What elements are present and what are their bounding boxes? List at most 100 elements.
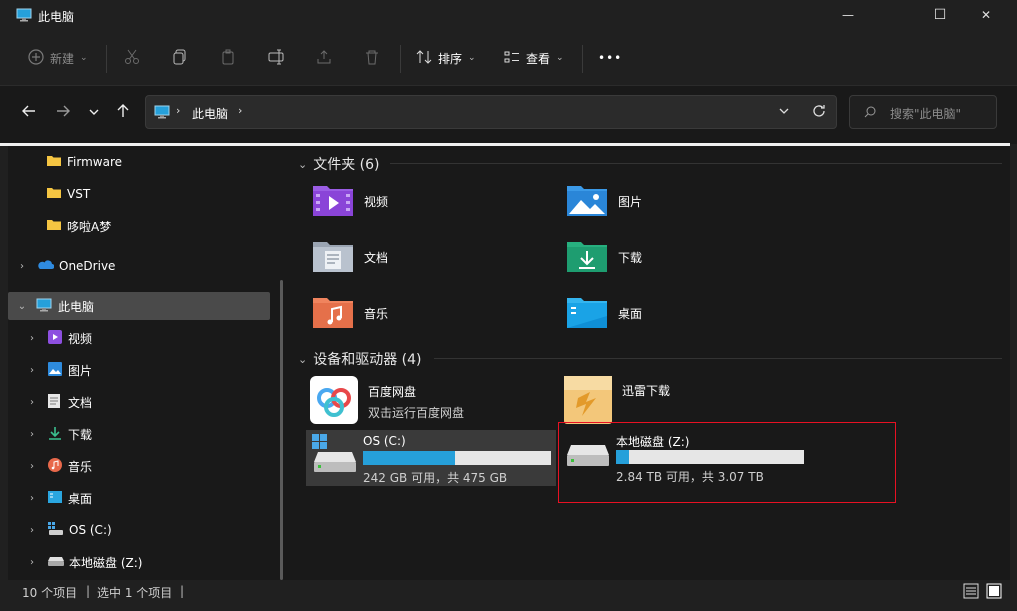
folder-tile-videos[interactable]: 视频	[312, 182, 388, 221]
video-icon	[48, 329, 62, 347]
refresh-button[interactable]	[812, 104, 826, 121]
chevron-right-icon[interactable]: ›	[24, 461, 40, 472]
sidebar-item-label: 图片	[68, 363, 93, 378]
rename-button[interactable]	[268, 42, 286, 74]
folder-tile-label: 桌面	[618, 307, 643, 321]
drive-info: 242 GB 可用，共 475 GB	[363, 471, 508, 485]
title-bar: 此电脑 — ☐ ✕	[0, 0, 1017, 32]
sidebar-item-videos[interactable]: › 视频	[8, 324, 270, 352]
toolbar-separator	[106, 45, 107, 73]
sidebar-item-downloads[interactable]: › 下载	[8, 420, 270, 448]
sort-button[interactable]: 排序 ⌄	[416, 42, 476, 74]
folders-section-header[interactable]: ⌄ 文件夹 (6)	[298, 154, 380, 174]
view-list-icon	[504, 49, 520, 68]
search-icon	[864, 106, 876, 121]
computer-icon	[154, 105, 170, 122]
folder-icon	[46, 186, 62, 202]
details-view-button[interactable]	[963, 583, 979, 602]
drive-tile-os-c[interactable]: OS (C:) 242 GB 可用，共 475 GB	[306, 430, 556, 486]
sidebar-scrollbar[interactable]	[280, 280, 283, 580]
sidebar-item-doraemon[interactable]: 哆啦A梦	[8, 212, 270, 240]
folder-tile-label: 视频	[364, 195, 389, 209]
sidebar-item-os-drive[interactable]: › OS (C:)	[8, 516, 270, 544]
paste-button[interactable]	[220, 42, 236, 74]
address-bar[interactable]: › 此电脑 ›	[145, 95, 837, 129]
delete-button[interactable]	[364, 42, 380, 74]
up-button[interactable]	[111, 100, 135, 124]
sidebar-item-label: OneDrive	[59, 259, 116, 273]
app-tile-baidu-netdisk[interactable]: 百度网盘 双击运行百度网盘	[310, 376, 464, 427]
maximize-button[interactable]: ☐	[917, 0, 963, 30]
sidebar-item-label: 哆啦A梦	[67, 219, 112, 234]
download-icon	[48, 426, 62, 443]
sidebar-item-music[interactable]: › 音乐	[8, 452, 270, 480]
sidebar-item-desktop[interactable]: › 桌面	[8, 484, 270, 512]
sidebar-item-local-disk-z[interactable]: › 本地磁盘 (Z:)	[8, 548, 270, 576]
chevron-right-icon[interactable]: ›	[24, 397, 40, 408]
recent-locations-button[interactable]	[82, 100, 106, 124]
drive-tile-local-disk-z[interactable]: 本地磁盘 (Z:) 2.84 TB 可用，共 3.07 TB	[558, 422, 896, 503]
os-drive-icon	[48, 521, 64, 539]
sidebar-item-documents[interactable]: › 文档	[8, 388, 270, 416]
sidebar-item-onedrive[interactable]: › OneDrive	[8, 252, 270, 280]
folder-tile-downloads[interactable]: 下载	[566, 238, 642, 277]
documents-folder-icon	[312, 238, 354, 277]
close-button[interactable]: ✕	[963, 0, 1009, 30]
folder-tile-pictures[interactable]: 图片	[566, 182, 642, 221]
chevron-right-icon[interactable]: ›	[24, 557, 40, 568]
breadcrumb-root[interactable]: 此电脑	[192, 105, 228, 122]
sidebar-item-firmware[interactable]: Firmware	[8, 148, 270, 176]
breadcrumb-chevron-icon[interactable]: ›	[238, 104, 242, 117]
sidebar-item-vst[interactable]: VST	[8, 180, 270, 208]
minimize-button[interactable]: —	[825, 0, 871, 30]
sidebar-item-this-pc[interactable]: ⌄ 此电脑	[8, 292, 270, 320]
content-pane: ⌄ 文件夹 (6) 视频 图片 文档 下载 音乐 桌面 ⌄ 设备和驱动器 (4)…	[290, 146, 1010, 580]
chevron-right-icon[interactable]: ›	[24, 429, 40, 440]
sidebar-item-label: 本地磁盘 (Z:)	[69, 555, 143, 570]
chevron-right-icon[interactable]: ›	[24, 365, 40, 376]
drive-icon	[48, 555, 64, 569]
share-button[interactable]	[316, 42, 332, 74]
toolbar-separator	[582, 45, 583, 73]
folder-icon	[46, 154, 62, 170]
downloads-folder-icon	[566, 238, 608, 277]
navigation-pane: Firmware VST 哆啦A梦 › OneDrive ⌄ 此电脑 › 视频 …	[8, 146, 290, 580]
sidebar-item-label: 音乐	[68, 459, 93, 474]
copy-button[interactable]	[172, 42, 188, 74]
folder-tile-documents[interactable]: 文档	[312, 238, 388, 277]
chevron-down-icon[interactable]: ⌄	[14, 301, 30, 312]
devices-section-header[interactable]: ⌄ 设备和驱动器 (4)	[298, 349, 422, 369]
chevron-right-icon[interactable]: ›	[24, 525, 40, 536]
sidebar-item-label: VST	[67, 187, 91, 201]
clipboard-icon	[220, 49, 236, 68]
item-count: 10 个项目	[22, 586, 78, 600]
address-dropdown-button[interactable]	[778, 105, 790, 120]
folder-tile-music[interactable]: 音乐	[312, 294, 388, 333]
cut-button[interactable]	[124, 42, 140, 74]
chevron-down-icon: ⌄	[298, 157, 308, 171]
sidebar-item-label: 视频	[68, 331, 93, 346]
search-box[interactable]: 搜索"此电脑"	[849, 95, 997, 129]
folder-tile-desktop[interactable]: 桌面	[566, 294, 642, 333]
forward-button[interactable]	[51, 100, 75, 124]
arrow-right-icon	[56, 103, 70, 122]
chevron-right-icon[interactable]: ›	[24, 493, 40, 504]
back-button[interactable]	[17, 100, 41, 124]
chevron-right-icon[interactable]: ›	[14, 261, 30, 272]
search-placeholder: 搜索"此电脑"	[890, 107, 962, 121]
chevron-right-icon[interactable]: ›	[24, 333, 40, 344]
view-button[interactable]: 查看 ⌄	[504, 42, 564, 74]
breadcrumb-chevron-icon: ›	[176, 104, 181, 117]
share-icon	[316, 49, 332, 68]
app-tile-xunlei[interactable]: 迅雷下载	[564, 376, 670, 427]
computer-icon	[36, 298, 52, 315]
refresh-icon	[812, 105, 826, 121]
sidebar-item-pictures[interactable]: › 图片	[8, 356, 270, 384]
new-button[interactable]: 新建 ⌄	[28, 42, 88, 74]
tiles-view-button[interactable]	[986, 583, 1002, 602]
more-options-button[interactable]: •••	[598, 42, 622, 74]
sort-icon	[416, 49, 432, 68]
selected-count: 选中 1 个项目	[97, 586, 173, 600]
arrow-up-icon	[116, 103, 130, 122]
chevron-down-icon: ⌄	[556, 53, 564, 63]
